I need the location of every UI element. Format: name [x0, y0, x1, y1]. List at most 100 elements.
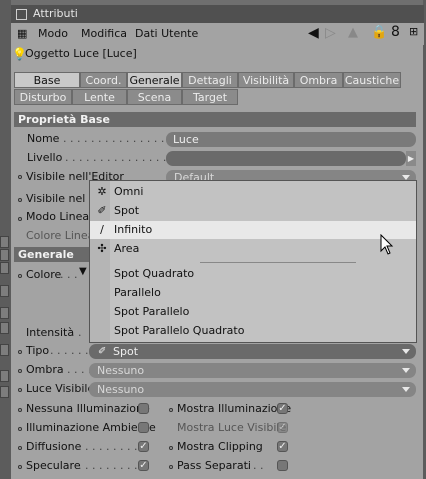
- shadow-dropdown[interactable]: Nessuno: [89, 363, 416, 378]
- show-clipping-checkbox[interactable]: ✓: [277, 441, 288, 452]
- diffusion-dots: . . . . . . . . .: [78, 440, 138, 453]
- anim-dot[interactable]: [169, 465, 173, 469]
- light-type-popup: ✲ Omni ✐ Spot ∕ Infinito ✣ Area Spot Quadrat…: [89, 180, 417, 343]
- tab-scena[interactable]: Scena: [127, 89, 182, 105]
- window-menu-icon[interactable]: [16, 9, 27, 20]
- chevron-down-icon: [402, 387, 410, 392]
- side-button[interactable]: [0, 307, 9, 319]
- type-value: Spot: [113, 345, 139, 358]
- anim-dot[interactable]: [18, 198, 22, 202]
- side-button[interactable]: [0, 249, 9, 261]
- tab-lente[interactable]: Lente: [72, 89, 127, 105]
- popup-item-infinito[interactable]: ∕ Infinito: [90, 221, 416, 239]
- infinite-light-icon: ∕: [100, 223, 104, 236]
- popup-item-label: Spot: [114, 204, 140, 217]
- visible-light-dropdown[interactable]: Nessuno: [89, 382, 416, 397]
- popup-item-spot-parallelo-quadrato[interactable]: Spot Parallelo Quadrato: [90, 322, 416, 340]
- tab-caustiche[interactable]: Caustiche: [343, 72, 401, 88]
- anim-dot[interactable]: [18, 427, 22, 431]
- menu-item-modifica[interactable]: Modifica: [81, 27, 127, 40]
- popup-item-spot-quadrato[interactable]: Spot Quadrato: [90, 265, 416, 283]
- shadow-label: Ombra: [26, 363, 64, 376]
- specular-checkbox[interactable]: ✓: [138, 460, 149, 471]
- left-sidebar-strip: [0, 0, 11, 479]
- name-input[interactable]: Luce: [166, 132, 416, 147]
- color-label: Colore: [26, 268, 62, 281]
- menu-item-dati-utente[interactable]: Dati Utente: [135, 27, 198, 40]
- chevron-down-icon: [402, 349, 410, 354]
- new-panel-icon[interactable]: 8: [391, 24, 400, 40]
- anim-dot[interactable]: [18, 465, 22, 469]
- popup-item-area[interactable]: ✣ Area: [90, 240, 416, 258]
- side-button[interactable]: [0, 322, 9, 334]
- menu-collapse-icon[interactable]: ▦: [17, 27, 27, 40]
- area-light-icon: ✣: [97, 242, 107, 255]
- tab-visibilita[interactable]: Visibilità: [238, 72, 294, 88]
- intensity-label: Intensità: [26, 326, 75, 339]
- title-bar: Attributi: [11, 5, 424, 23]
- tab-disturbo[interactable]: Disturbo: [14, 89, 72, 105]
- popup-item-label: Spot Parallelo: [114, 305, 190, 318]
- anim-dot[interactable]: [169, 446, 173, 450]
- side-button[interactable]: [0, 344, 9, 356]
- show-clipping-label: Mostra Clipping: [177, 440, 263, 453]
- side-button[interactable]: [0, 370, 9, 382]
- type-dropdown[interactable]: ✐ Spot: [89, 344, 416, 359]
- side-button[interactable]: [0, 262, 9, 274]
- window-title: Attributi: [33, 7, 78, 20]
- tab-ombra[interactable]: Ombra: [294, 72, 343, 88]
- visible-light-label: Luce Visibile: [26, 382, 95, 395]
- layer-field[interactable]: [166, 151, 406, 166]
- show-visible-checkbox[interactable]: ✓: [277, 422, 288, 433]
- visible-light-value: Nessuno: [97, 383, 145, 396]
- menu-bar: ▦ Modo Modifica Dati Utente ◀ ▷ ▲ 🔒 8 ⊞: [11, 23, 424, 45]
- anim-dot[interactable]: [18, 175, 22, 179]
- side-button[interactable]: [0, 236, 9, 248]
- anim-dot[interactable]: [18, 388, 22, 392]
- lock-icon[interactable]: 🔒: [371, 25, 387, 40]
- popup-item-spot-parallelo[interactable]: Spot Parallelo: [90, 303, 416, 321]
- tab-target[interactable]: Target: [182, 89, 238, 105]
- show-illum-checkbox[interactable]: ✓: [277, 403, 288, 414]
- popup-item-label: Parallelo: [114, 286, 161, 299]
- anim-dot[interactable]: [18, 408, 22, 412]
- anim-dot[interactable]: [169, 408, 173, 412]
- tab-base[interactable]: Base: [14, 72, 80, 88]
- tab-dettagli[interactable]: Dettagli: [182, 72, 238, 88]
- anim-dot[interactable]: [18, 217, 22, 221]
- back-arrow-icon[interactable]: ◀: [308, 25, 319, 41]
- spot-icon: ✐: [97, 204, 107, 217]
- ambient-checkbox[interactable]: [138, 422, 149, 433]
- popup-item-parallelo[interactable]: Parallelo: [90, 284, 416, 302]
- popup-item-omni[interactable]: ✲ Omni: [90, 183, 416, 201]
- specular-dots: . . . . . . . . .: [78, 459, 138, 472]
- side-button[interactable]: [0, 285, 9, 297]
- forward-arrow-icon[interactable]: ▷: [325, 25, 336, 41]
- type-label: Tipo: [26, 344, 50, 357]
- specular-label: Speculare: [26, 459, 81, 472]
- up-arrow-icon[interactable]: ▲: [348, 25, 358, 40]
- omni-icon: ✲: [97, 185, 107, 198]
- color-expand-icon[interactable]: ▼: [79, 266, 87, 277]
- expand-icon[interactable]: ⊞: [409, 25, 418, 38]
- anim-dot[interactable]: [18, 369, 22, 373]
- tab-coord[interactable]: Coord.: [80, 72, 127, 88]
- tab-generale[interactable]: Generale: [127, 72, 182, 88]
- menu-item-modo[interactable]: Modo: [38, 27, 68, 40]
- shadow-dots: . . . . .: [60, 363, 92, 376]
- anim-dot[interactable]: [18, 446, 22, 450]
- show-illum-label: Mostra Illuminazione: [177, 402, 292, 415]
- anim-dot[interactable]: [18, 350, 22, 354]
- layer-arrow-button[interactable]: ▶: [406, 151, 416, 166]
- section-base-properties: Proprietà Base: [14, 112, 416, 127]
- no-illum-checkbox[interactable]: [138, 403, 149, 414]
- separate-pass-checkbox[interactable]: [277, 460, 288, 471]
- intensity-dots: . .: [71, 326, 82, 339]
- popup-separator: [200, 262, 356, 263]
- anim-dot[interactable]: [18, 274, 22, 278]
- diffusion-checkbox[interactable]: ✓: [138, 441, 149, 452]
- side-button[interactable]: [0, 386, 9, 398]
- color-dots: . . .: [60, 268, 78, 281]
- name-label: Nome: [27, 132, 60, 145]
- popup-item-spot[interactable]: ✐ Spot: [90, 202, 416, 220]
